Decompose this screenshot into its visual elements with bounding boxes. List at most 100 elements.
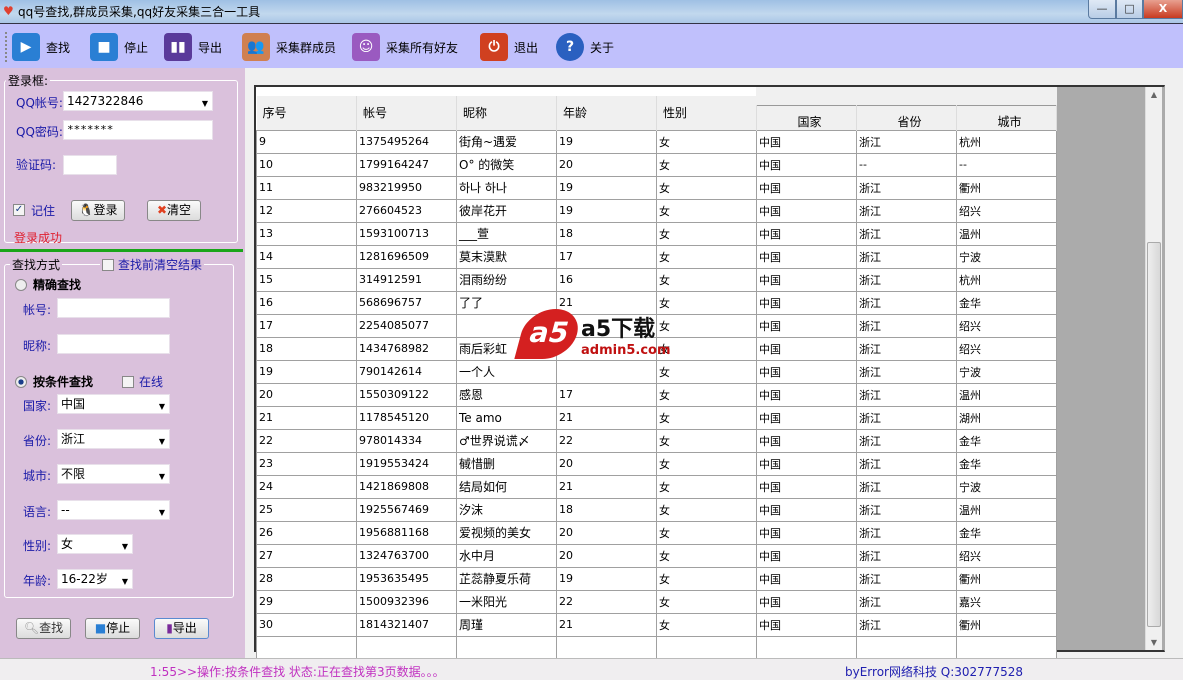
column-header[interactable]: 序号 <box>256 96 357 130</box>
table-cell: 23 <box>256 451 357 476</box>
table-cell: 中国 <box>756 267 857 292</box>
table-cell: 温州 <box>956 382 1057 407</box>
table-row[interactable]: 23 1919553424 戫惜删 20 女中国 浙江 金华 <box>256 451 1057 476</box>
status-bar: 1:55>>操作:按条件查找 状态:正在查找第3页数据。。。 byError网络… <box>0 658 1183 680</box>
field-select[interactable]: 女 <box>57 534 133 556</box>
table-cell: 中国 <box>756 244 857 269</box>
table-cell: 1956881168 <box>356 520 457 545</box>
toolbar-button-5[interactable]: ⏻ 退出 <box>480 32 538 62</box>
table-row[interactable]: 28 1953635495 芷蕊静夏乐荷 19 女中国 浙江 衢州 <box>256 566 1057 591</box>
table-cell: 女 <box>656 520 757 545</box>
table-cell: 浙江 <box>856 589 957 614</box>
table-row[interactable]: 11 983219950 하나 하나 19 女中国 浙江 衢州 <box>256 175 1057 200</box>
table-cell: 20 <box>556 543 657 568</box>
qq-password-input[interactable]: ******* <box>63 120 213 140</box>
scroll-down-arrow[interactable]: ▼ <box>1146 638 1162 647</box>
table-row[interactable]: 25 1925567469 汐沫 18 女中国 浙江 温州 <box>256 497 1057 522</box>
table-cell: 25 <box>256 497 357 522</box>
field-select[interactable]: 浙江 <box>57 429 170 451</box>
table-row[interactable]: 21 1178545120 Te amo 21 女中国 浙江 湖州 <box>256 405 1057 430</box>
table-cell: 女 <box>656 198 757 223</box>
maximize-button[interactable]: □ <box>1116 0 1143 19</box>
help-icon: ? <box>556 33 584 61</box>
table-cell: 女 <box>656 589 757 614</box>
account-input[interactable] <box>57 298 170 318</box>
captcha-input[interactable] <box>63 155 117 175</box>
table-row[interactable]: 19 790142614 一个人 女中国 浙江 宁波 <box>256 359 1057 384</box>
column-header[interactable]: 城市 <box>956 87 1057 130</box>
login-button[interactable]: 🐧登录 <box>71 200 125 221</box>
scroll-up-arrow[interactable]: ▲ <box>1146 90 1162 99</box>
close-button[interactable]: X <box>1143 0 1183 19</box>
vertical-scrollbar[interactable]: ▲ ▼ <box>1145 87 1162 650</box>
clear-button-label: 清空 <box>167 203 192 217</box>
field-select[interactable]: 中国 <box>57 394 170 416</box>
table-cell: 568696757 <box>356 290 457 315</box>
exact-search-radio[interactable] <box>15 279 27 291</box>
table-row[interactable]: 29 1500932396 一米阳光 22 女中国 浙江 嘉兴 <box>256 589 1057 614</box>
table-cell: 宁波 <box>956 244 1057 269</box>
toolbar-button-6[interactable]: ? 关于 <box>556 32 614 62</box>
table-row[interactable]: 13 1593100713 ___萱 18 女中国 浙江 温州 <box>256 221 1057 246</box>
table-row[interactable]: 15 314912591 泪雨纷纷 16 女中国 浙江 杭州 <box>256 267 1057 292</box>
table-cell <box>856 635 957 660</box>
toolbar-button-3[interactable]: 👥 采集群成员 <box>242 32 336 62</box>
online-checkbox[interactable] <box>122 376 134 388</box>
nickname-input[interactable] <box>57 334 170 354</box>
table-row[interactable]: 9 1375495264 街角~遇爱 19 女中国 浙江 杭州 <box>256 129 1057 154</box>
table-row[interactable]: 26 1956881168 爱视频的美女 20 女中国 浙江 金华 <box>256 520 1057 545</box>
field-select[interactable]: 不限 <box>57 464 170 486</box>
results-grid[interactable]: 序号 帐号 昵称 年龄 性别 国家 省份 城市 9 1375495264 街角~遇爱 19 女中国 浙江杭… <box>254 85 1165 660</box>
clear-before-checkbox[interactable] <box>102 258 114 271</box>
app-heart-icon: ♥ <box>3 4 14 18</box>
minimize-button[interactable]: — <box>1088 0 1116 19</box>
table-cell: 周瑾 <box>456 612 557 637</box>
toolbar-button-0[interactable]: ▶ 查找 <box>12 32 70 62</box>
column-header[interactable]: 性别 <box>656 96 757 130</box>
table-cell: 一米阳光 <box>456 589 557 614</box>
table-cell: 女 <box>656 405 757 430</box>
field-select[interactable]: -- <box>57 500 170 522</box>
toolbar-label: 采集群成员 <box>276 40 337 55</box>
table-cell: 1178545120 <box>356 405 457 430</box>
qq-password-label: QQ密码: <box>16 125 63 139</box>
column-header[interactable]: 年龄 <box>556 96 657 130</box>
table-row[interactable]: 30 1814321407 周瑾 21 女中国 浙江 衢州 <box>256 612 1057 637</box>
table-cell: 18 <box>556 221 657 246</box>
scroll-thumb[interactable] <box>1147 242 1161 627</box>
column-header[interactable]: 国家 <box>756 87 857 130</box>
table-cell: 1814321407 <box>356 612 457 637</box>
status-text: 1:55>>操作:按条件查找 状态:正在查找第3页数据。。。 <box>150 665 445 679</box>
table-row[interactable] <box>256 635 1057 660</box>
condition-search-radio[interactable] <box>15 376 27 388</box>
field-select[interactable]: 16-22岁 <box>57 569 133 591</box>
table-cell: 浙江 <box>856 474 957 499</box>
clear-button[interactable]: ✖清空 <box>147 200 201 221</box>
table-cell: 金华 <box>956 290 1057 315</box>
table-row[interactable]: 14 1281696509 莫末漠默 17 女中国 浙江 宁波 <box>256 244 1057 269</box>
bottom-export-button[interactable]: ▮导出 <box>154 618 209 639</box>
remember-checkbox[interactable]: ✓ <box>13 204 25 216</box>
bottom-stop-button[interactable]: ■停止 <box>85 618 140 639</box>
toolbar-button-2[interactable]: ▮▮ 导出 <box>164 32 222 62</box>
table-cell: 金华 <box>956 520 1057 545</box>
column-header[interactable]: 省份 <box>856 87 957 130</box>
table-cell: 绍兴 <box>956 313 1057 338</box>
table-row[interactable]: 10 1799164247 O° 的微笑 20 女中国 -- -- <box>256 152 1057 177</box>
table-row[interactable]: 22 978014334 ♂世界说谎〆 22 女中国 浙江 金华 <box>256 428 1057 453</box>
clear-before-search[interactable]: 查找前清空结果 <box>100 256 205 273</box>
table-cell: 泪雨纷纷 <box>456 267 557 292</box>
table-cell: 女 <box>656 175 757 200</box>
field-label: 性别: <box>23 539 52 553</box>
table-row[interactable]: 27 1324763700 水中月 20 女中国 浙江 绍兴 <box>256 543 1057 568</box>
qq-account-combo[interactable]: 1427322846 <box>63 91 213 113</box>
column-header[interactable]: 帐号 <box>356 96 457 130</box>
table-row[interactable]: 20 1550309122 感恩 17 女中国 浙江 温州 <box>256 382 1057 407</box>
table-cell: 浙江 <box>856 566 957 591</box>
toolbar-button-1[interactable]: ■ 停止 <box>90 32 148 62</box>
bottom-find-button[interactable]: 🔍︎查找 <box>16 618 71 639</box>
column-header[interactable]: 昵称 <box>456 96 557 130</box>
toolbar-button-4[interactable]: ☺ 采集所有好友 <box>352 32 458 62</box>
table-row[interactable]: 24 1421869808 结局如何 21 女中国 浙江 宁波 <box>256 474 1057 499</box>
table-row[interactable]: 12 276604523 彼岸花开 19 女中国 浙江 绍兴 <box>256 198 1057 223</box>
